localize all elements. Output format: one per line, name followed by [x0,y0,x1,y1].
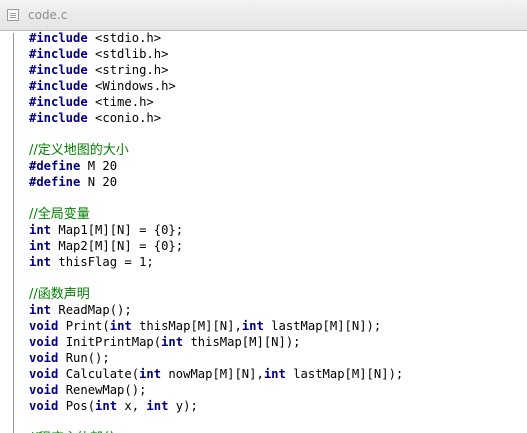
code-line: #include <Windows.h> [29,78,527,94]
code-keyword: int [29,239,52,253]
code-line: int Map2[M][N] = {0}; [29,238,527,254]
code-text: Print( [58,319,110,333]
code-text: RenewMap(); [58,383,147,397]
code-keyword: int [95,399,118,413]
file-icon [7,9,19,21]
code-line: //定义地图的大小 [29,142,527,158]
code-editor[interactable]: #include <stdio.h> #include <stdlib.h> #in… [29,30,527,433]
code-keyword: int [263,367,286,381]
code-text: nowMap[M][N], [161,367,264,381]
code-text: lastMap[M][N]); [263,319,382,333]
code-text: thisFlag = 1; [51,255,154,269]
code-line: //全局变量 [29,206,527,222]
code-line: void Pos(int x, int y); [29,398,527,414]
code-keyword: int [29,223,52,237]
code-text: Map2[M][N] = {0}; [51,239,184,253]
code-line: int ReadMap(); [29,302,527,318]
code-line: #define N 20 [29,174,527,190]
code-keyword: #include [29,111,88,125]
code-keyword: void [29,383,59,397]
code-line: int Map1[M][N] = {0}; [29,222,527,238]
code-comment: //全局变量 [29,207,90,222]
code-keyword: #include [29,95,88,109]
code-keyword: #include [29,47,88,61]
code-keyword: #include [29,63,88,77]
code-line: void Calculate(int nowMap[M][N],int last… [29,366,527,382]
code-keyword: int [161,335,184,349]
code-line: void Run(); [29,350,527,366]
code-text: Pos( [58,399,96,413]
code-keyword: #define [29,159,81,173]
code-text: M 20 [80,159,118,173]
code-keyword: int [29,303,52,317]
editor-gutter [0,31,12,433]
code-keyword: void [29,351,59,365]
code-line: #include <stdio.h> [29,30,527,46]
fold-margin-line [13,33,14,433]
code-text: y); [168,399,198,413]
code-text: InitPrintMap( [58,335,162,349]
code-text: Map1[M][N] = {0}; [51,223,184,237]
code-text: <stdio.h> [87,31,162,45]
code-text: <time.h> [87,95,154,109]
code-line: void RenewMap(); [29,382,527,398]
code-text: <stdlib.h> [87,47,169,61]
code-keyword: int [241,319,264,333]
code-text: thisMap[M][N], [131,319,242,333]
code-line: #include <string.h> [29,62,527,78]
code-comment: //函数声明 [29,287,90,302]
code-text: ReadMap(); [51,303,132,317]
code-line: void Print(int thisMap[M][N],int lastMap… [29,318,527,334]
code-text: thisMap[M][N]); [183,335,301,349]
code-line: void InitPrintMap(int thisMap[M][N]); [29,334,527,350]
editor-tab-bar: code.c [0,0,527,31]
code-keyword: int [109,319,132,333]
code-keyword: int [139,367,162,381]
code-keyword: void [29,367,59,381]
code-keyword: #include [29,79,88,93]
code-keyword: void [29,399,59,413]
code-line: #define M 20 [29,158,527,174]
code-text: Calculate( [58,367,140,381]
code-keyword: #define [29,175,81,189]
code-line: #include <conio.h> [29,110,527,126]
code-line: //函数声明 [29,286,527,302]
code-keyword: int [146,399,169,413]
code-text: Run(); [58,351,110,365]
code-line: #include <time.h> [29,94,527,110]
code-text: <Windows.h> [87,79,176,93]
code-keyword: #include [29,31,88,45]
code-text: lastMap[M][N]); [285,367,404,381]
code-line: int thisFlag = 1; [29,254,527,270]
code-text: x, [117,399,147,413]
code-keyword: int [29,255,52,269]
code-text: <conio.h> [87,111,162,125]
code-text: N 20 [80,175,118,189]
code-comment: //定义地图的大小 [29,143,129,158]
code-keyword: void [29,319,59,333]
code-text: <string.h> [87,63,169,77]
code-line: #include <stdlib.h> [29,46,527,62]
code-keyword: void [29,335,59,349]
tab-title[interactable]: code.c [28,8,67,22]
